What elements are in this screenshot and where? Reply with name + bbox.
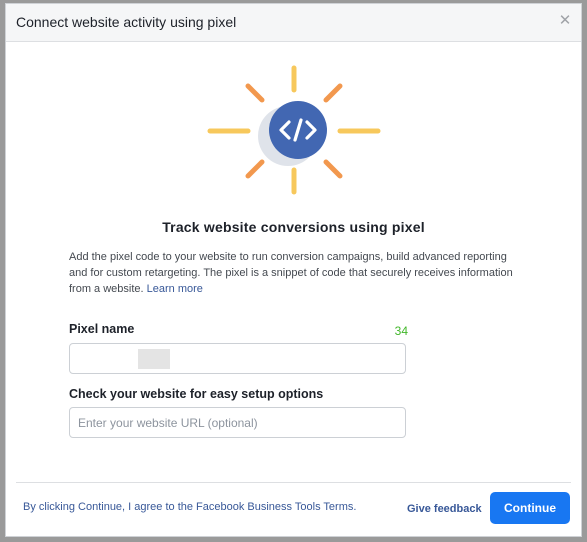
redacted-text bbox=[138, 349, 170, 369]
give-feedback-button[interactable]: Give feedback bbox=[407, 503, 482, 515]
description-body: Add the pixel code to your website to ru… bbox=[69, 251, 513, 295]
website-url-input[interactable]: Enter your website URL (optional) bbox=[69, 407, 406, 438]
ray-bottom-left bbox=[245, 159, 265, 179]
continue-button[interactable]: Continue bbox=[490, 492, 570, 524]
close-icon[interactable]: ✕ bbox=[557, 13, 573, 29]
description-text: Add the pixel code to your website to ru… bbox=[69, 249, 524, 297]
dialog-title: Connect website activity using pixel bbox=[16, 14, 237, 30]
ray-bottom-right bbox=[323, 159, 343, 179]
website-url-placeholder: Enter your website URL (optional) bbox=[78, 416, 258, 430]
ray-top-right bbox=[323, 83, 343, 103]
pixel-illustration bbox=[207, 65, 381, 195]
pixel-name-label: Pixel name bbox=[69, 322, 135, 336]
pixel-name-char-counter: 34 bbox=[394, 324, 408, 338]
footer-divider bbox=[16, 482, 571, 483]
pixel-name-input[interactable] bbox=[69, 343, 406, 374]
website-check-label: Check your website for easy setup option… bbox=[69, 387, 324, 401]
terms-link[interactable]: By clicking Continue, I agree to the Fac… bbox=[23, 501, 356, 513]
section-heading: Track website conversions using pixel bbox=[162, 219, 425, 235]
learn-more-link[interactable]: Learn more bbox=[147, 283, 203, 295]
ray-top-left bbox=[245, 83, 265, 103]
dialog-header: Connect website activity using pixel ✕ bbox=[6, 4, 581, 42]
connect-pixel-dialog: Connect website activity using pixel ✕ T… bbox=[5, 3, 582, 537]
